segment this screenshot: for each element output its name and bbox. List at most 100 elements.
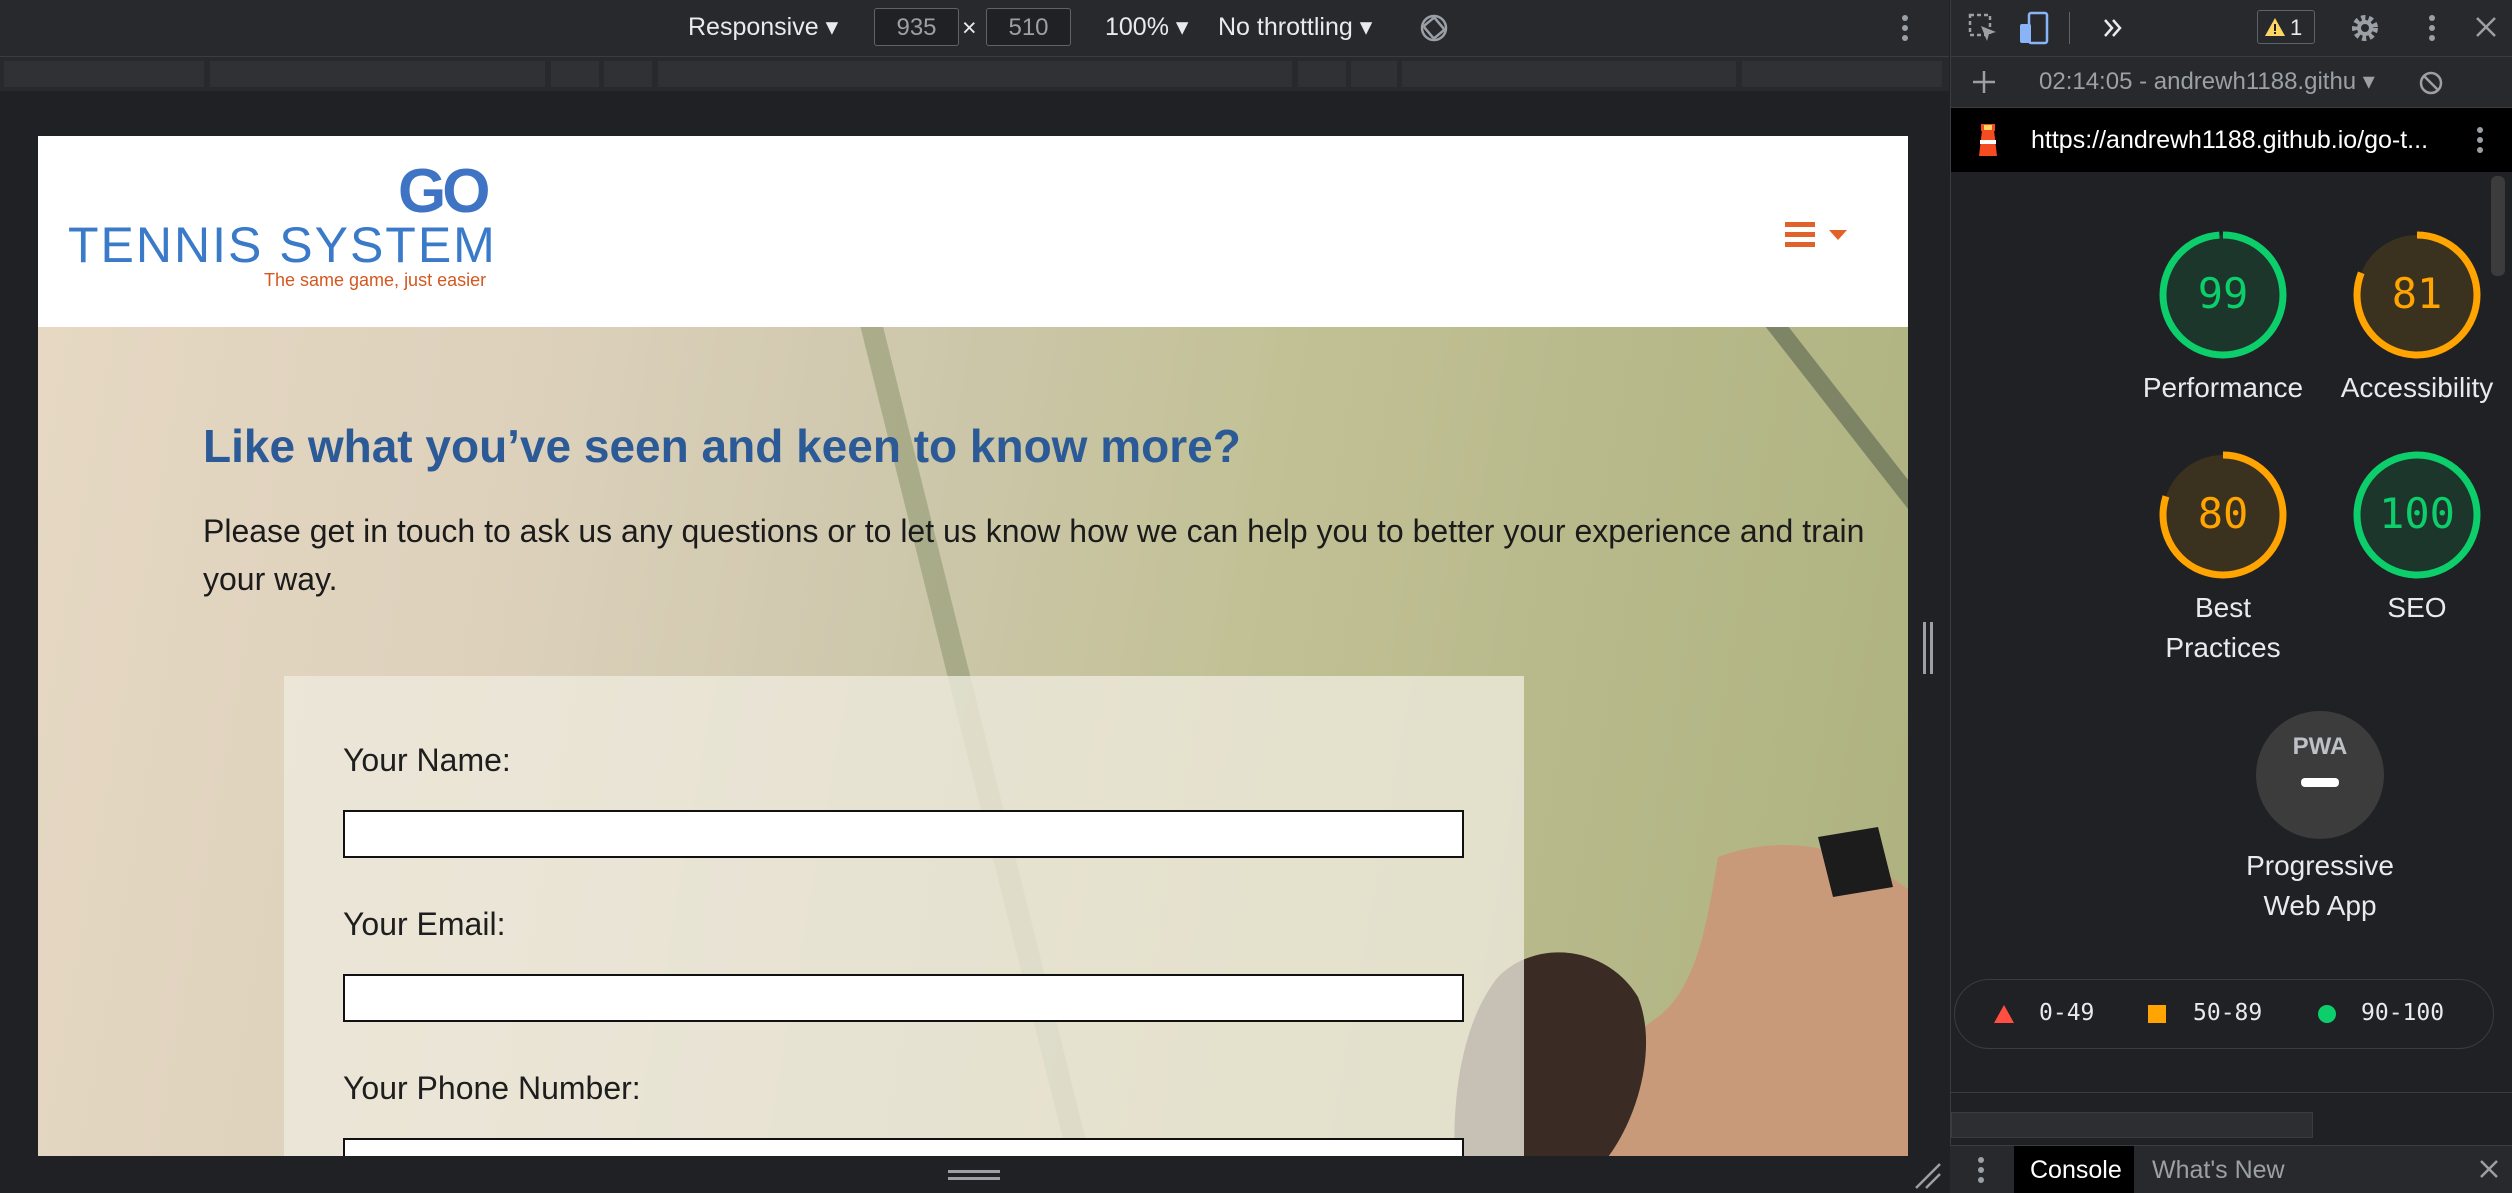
legend-range: 90-100 bbox=[2361, 1000, 2445, 1026]
score-label: Accessibility bbox=[2340, 372, 2494, 403]
score-gauge: 99 bbox=[2159, 231, 2287, 359]
media-query-segment[interactable] bbox=[604, 61, 652, 87]
settings-gear-icon[interactable] bbox=[2349, 12, 2381, 44]
score-performance[interactable]: 99 Performance bbox=[2123, 228, 2323, 408]
rotate-icon[interactable] bbox=[1418, 12, 1450, 44]
contact-hero: Like what you’ve seen and keen to know m… bbox=[38, 327, 1908, 1156]
score-label: Best Practices bbox=[2123, 588, 2323, 668]
warning-icon bbox=[2265, 18, 2285, 36]
score-gauge: 100 bbox=[2353, 451, 2481, 579]
inspect-element-icon[interactable] bbox=[1967, 12, 1999, 44]
zoom-select[interactable]: 100% ▾ bbox=[1105, 12, 1188, 42]
media-query-segment[interactable] bbox=[1351, 61, 1397, 87]
media-query-segment[interactable] bbox=[4, 61, 204, 87]
warning-count: 1 bbox=[2290, 15, 2303, 40]
score-seo[interactable]: 100 SEO bbox=[2317, 448, 2512, 628]
pwa-badge-text: PWA bbox=[2293, 733, 2348, 760]
legend-average-icon bbox=[2148, 1005, 2166, 1023]
close-drawer-icon[interactable] bbox=[2478, 1158, 2500, 1180]
device-select-label: Responsive bbox=[688, 13, 819, 41]
score-label: Performance bbox=[2142, 372, 2304, 403]
score-pwa[interactable]: PWA Progressive Web App bbox=[2220, 710, 2420, 926]
drawer-menu-icon[interactable] bbox=[1976, 1156, 1986, 1184]
report-menu-icon[interactable] bbox=[2475, 126, 2485, 154]
score-value: 99 bbox=[2198, 269, 2249, 318]
lighthouse-icon bbox=[1979, 124, 1997, 156]
throttling-label: No throttling bbox=[1218, 13, 1353, 41]
score-gauge: 81 bbox=[2353, 231, 2481, 359]
legend-fail-icon bbox=[1994, 1005, 2014, 1023]
throttling-select[interactable]: No throttling ▾ bbox=[1218, 12, 1372, 42]
resize-handle-right-icon[interactable] bbox=[1920, 620, 1936, 676]
horizontal-scrollbar[interactable] bbox=[1951, 1112, 2313, 1138]
contact-heading: Like what you’ve seen and keen to know m… bbox=[203, 420, 1241, 472]
media-query-segment[interactable] bbox=[1402, 61, 1736, 87]
phone-input[interactable] bbox=[343, 1138, 1464, 1156]
pwa-badge-icon: PWA bbox=[2256, 711, 2384, 839]
more-options-icon[interactable] bbox=[1900, 14, 1910, 42]
email-label: Your Email: bbox=[343, 906, 506, 942]
new-report-plus-icon[interactable] bbox=[1971, 69, 1997, 95]
contact-intro: Please get in touch to ask us any questi… bbox=[203, 513, 1865, 597]
site-header: GO TENNIS SYSTEM The same game, just eas… bbox=[38, 136, 1908, 327]
score-label-line: Best bbox=[2194, 592, 2252, 623]
caret-down-icon bbox=[1829, 230, 1847, 240]
legend-pass-icon bbox=[2318, 1005, 2336, 1023]
devtools-toolbar: 1 bbox=[1951, 0, 2512, 57]
resize-handle-bottom-icon[interactable] bbox=[948, 1168, 1000, 1182]
score-label-line: Web App bbox=[2263, 890, 2377, 921]
device-select[interactable]: Responsive ▾ bbox=[688, 12, 838, 42]
contact-form: Your Name: Your Email: Your Phone Number… bbox=[284, 676, 1524, 1156]
name-label: Your Name: bbox=[343, 742, 511, 778]
clear-reports-icon[interactable] bbox=[2417, 69, 2445, 97]
tab-console[interactable]: Console bbox=[2014, 1146, 2134, 1193]
report-url[interactable]: https://andrewh1188.github.io/go-t... bbox=[2031, 126, 2428, 155]
report-selector[interactable]: 02:14:05 - andrewh1188.githu ▾ bbox=[2039, 67, 2375, 96]
score-legend: 0-49 50-89 90-100 bbox=[1954, 979, 2494, 1049]
toolbar-divider bbox=[2069, 12, 2070, 44]
height-input[interactable]: 510 bbox=[986, 8, 1071, 46]
resize-corner-icon[interactable] bbox=[1912, 1160, 1942, 1190]
media-query-bar bbox=[0, 57, 1949, 91]
device-toolbar-icon[interactable] bbox=[2017, 10, 2051, 46]
warnings-badge[interactable]: 1 bbox=[2257, 10, 2315, 44]
score-label-line: Progressive bbox=[2246, 850, 2394, 881]
width-input[interactable]: 935 bbox=[874, 8, 959, 46]
page-viewport: GO TENNIS SYSTEM The same game, just eas… bbox=[38, 136, 1908, 1156]
lighthouse-toolbar: 02:14:05 - andrewh1188.githu ▾ bbox=[1951, 57, 2512, 108]
zoom-label: 100% bbox=[1105, 13, 1169, 41]
phone-label: Your Phone Number: bbox=[343, 1070, 641, 1106]
media-query-segment[interactable] bbox=[1298, 61, 1346, 87]
drawer-tabbar: Console What's New bbox=[1950, 1145, 2512, 1193]
devtools-divider bbox=[1951, 1092, 2512, 1093]
score-gauge: 80 bbox=[2159, 451, 2287, 579]
tab-whats-new[interactable]: What's New bbox=[2152, 1156, 2285, 1185]
tab-console-label: Console bbox=[2030, 1156, 2122, 1184]
score-accessibility[interactable]: 81 Accessibility bbox=[2317, 228, 2512, 408]
hamburger-icon bbox=[1785, 222, 1815, 247]
score-value: 100 bbox=[2379, 489, 2455, 538]
customize-devtools-icon[interactable] bbox=[2427, 14, 2437, 42]
name-input[interactable] bbox=[343, 810, 1464, 858]
more-tabs-icon[interactable] bbox=[2101, 16, 2125, 40]
media-query-segment[interactable] bbox=[658, 61, 1292, 87]
score-value: 80 bbox=[2198, 489, 2249, 538]
score-value: 81 bbox=[2392, 269, 2443, 318]
resize-strip bbox=[0, 1156, 1949, 1192]
score-label: SEO bbox=[2387, 592, 2447, 623]
score-label: Progressive Web App bbox=[2220, 846, 2420, 926]
score-best-practices[interactable]: 80 Best Practices bbox=[2123, 448, 2323, 668]
close-devtools-icon[interactable] bbox=[2473, 14, 2499, 40]
device-toolbar: Responsive ▾ 935 × 510 100% ▾ No throttl… bbox=[0, 0, 1949, 57]
device-emulation-area: Responsive ▾ 935 × 510 100% ▾ No throttl… bbox=[0, 0, 1949, 1192]
score-label-line: Practices bbox=[2165, 632, 2281, 663]
nav-menu-toggle[interactable] bbox=[1783, 218, 1853, 252]
media-query-segment[interactable] bbox=[210, 61, 545, 87]
logo-wordmark: TENNIS SYSTEM bbox=[68, 217, 497, 273]
court-line bbox=[1758, 327, 1908, 522]
report-selector-label: 02:14:05 - andrewh1188.githu bbox=[2039, 68, 2357, 95]
email-input[interactable] bbox=[343, 974, 1464, 1022]
media-query-segment[interactable] bbox=[551, 61, 599, 87]
media-query-segment[interactable] bbox=[1742, 61, 1942, 87]
site-logo[interactable]: GO TENNIS SYSTEM The same game, just eas… bbox=[68, 157, 495, 295]
